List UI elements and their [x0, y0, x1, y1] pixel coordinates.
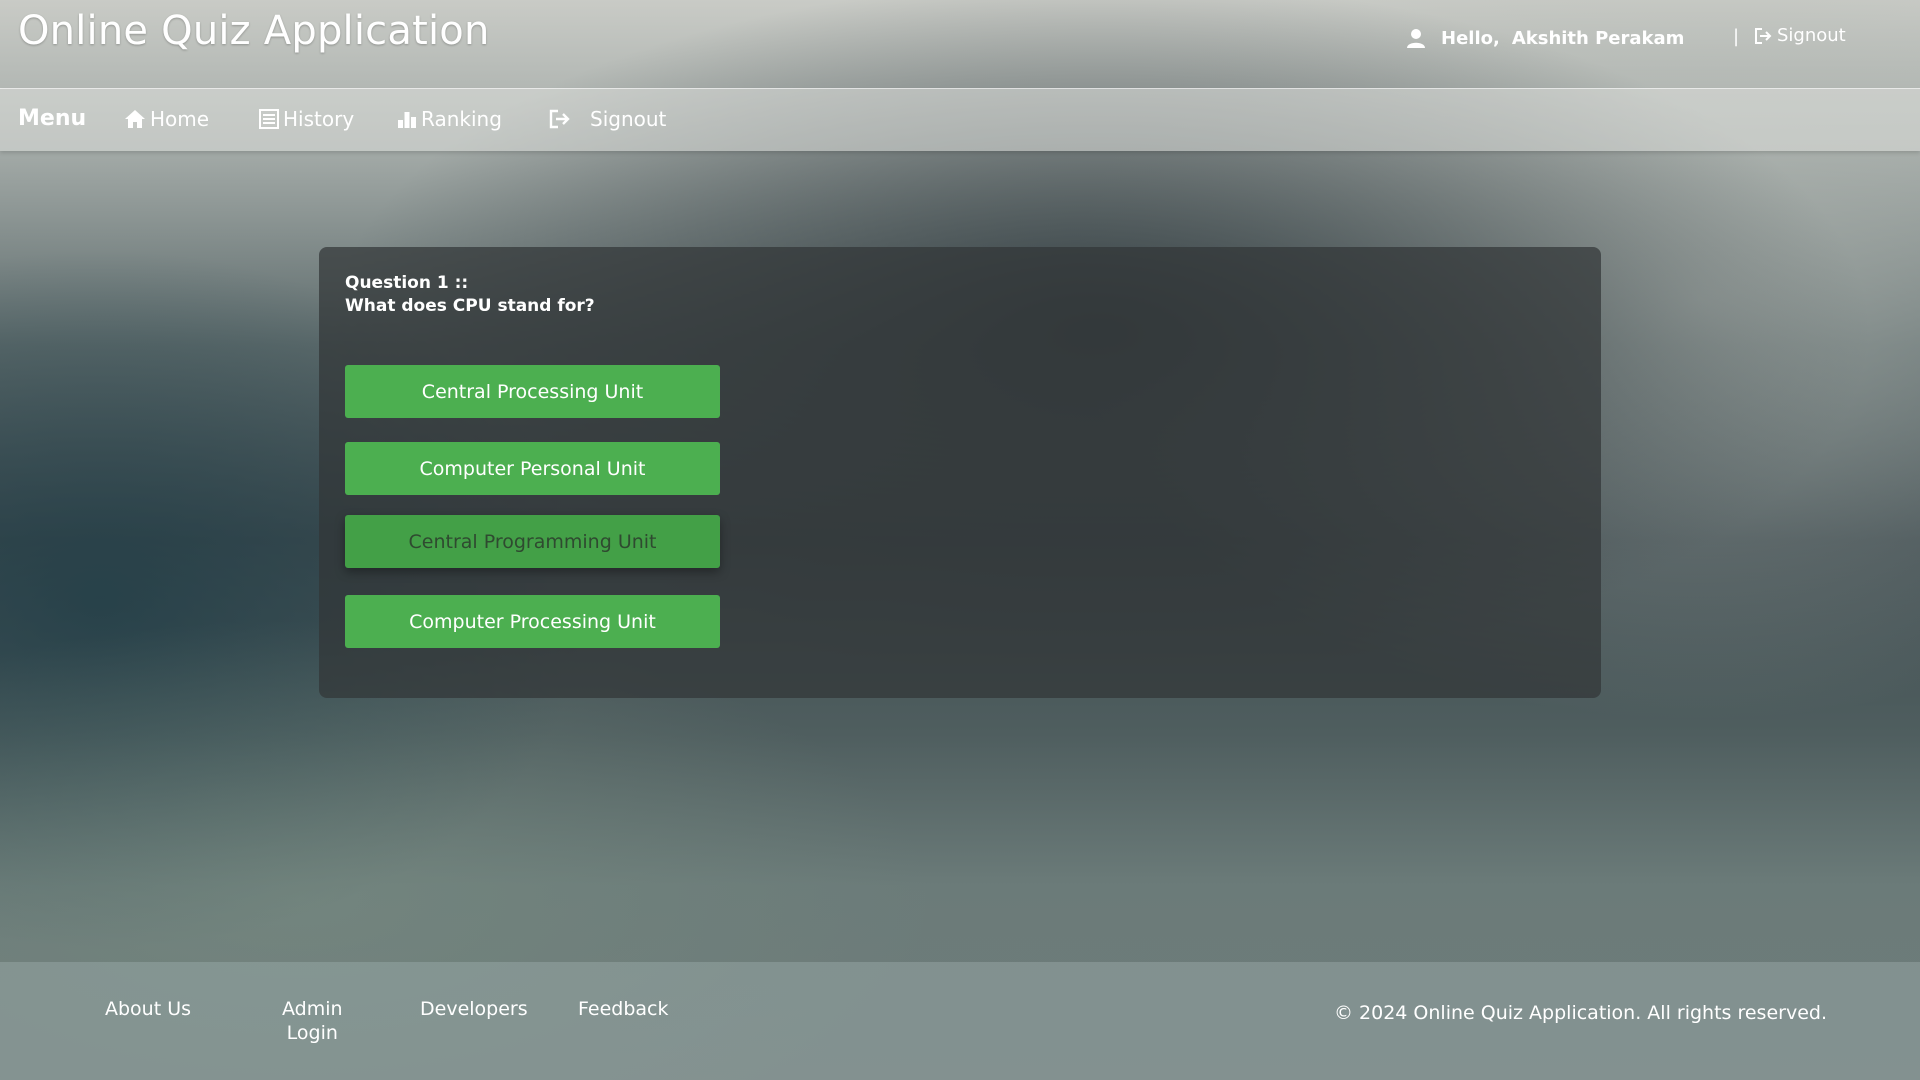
answer-option-3[interactable]: Central Programming Unit: [345, 515, 720, 568]
footer: About Us Admin Login Developers Feedback…: [0, 962, 1920, 1080]
answer-option-2[interactable]: Computer Personal Unit: [345, 442, 720, 495]
quiz-card: Question 1 :: What does CPU stand for? C…: [319, 247, 1601, 698]
answer-option-4[interactable]: Computer Processing Unit: [345, 595, 720, 648]
footer-admin-line1: Admin: [282, 998, 343, 1020]
nav-bar: Menu Home History Ranking Signout: [0, 89, 1920, 151]
header: Online Quiz Application Hello, Akshith P…: [0, 0, 1920, 89]
footer-about-link[interactable]: About Us: [105, 997, 191, 1021]
signout-icon: [549, 109, 570, 129]
footer-feedback-link[interactable]: Feedback: [578, 997, 668, 1021]
footer-admin-line2: Login: [286, 1022, 338, 1044]
nav-ranking-label: Ranking: [421, 107, 502, 131]
nav-home-label: Home: [150, 107, 210, 131]
nav-ranking[interactable]: Ranking: [397, 107, 502, 131]
answer-option-1[interactable]: Central Processing Unit: [345, 365, 720, 418]
question-text: What does CPU stand for?: [345, 296, 595, 316]
app-title: Online Quiz Application: [18, 8, 490, 54]
header-signout-link[interactable]: Signout: [1753, 25, 1846, 46]
hello-label: Hello,: [1441, 27, 1500, 49]
signout-icon: [1755, 27, 1772, 44]
user-icon: [1407, 29, 1425, 48]
nav-signout[interactable]: Signout: [548, 107, 666, 131]
copyright-text: © 2024 Online Quiz Application. All righ…: [1334, 1002, 1827, 1024]
header-separator: |: [1733, 26, 1740, 47]
history-icon: [259, 109, 279, 129]
footer-developers-link[interactable]: Developers: [420, 997, 528, 1021]
nav-history-label: History: [283, 107, 355, 131]
username: Akshith Perakam: [1511, 27, 1685, 49]
footer-admin-login-link[interactable]: Admin Login: [282, 997, 343, 1045]
header-signout-label: Signout: [1777, 25, 1846, 46]
nav-history[interactable]: History: [259, 107, 354, 131]
nav-signout-label: Signout: [590, 107, 667, 131]
user-greeting: Hello, Akshith Perakam: [1405, 25, 1684, 51]
ranking-icon: [398, 112, 416, 128]
nav-menu-label: Menu: [18, 106, 87, 131]
question-number: Question 1 ::: [345, 273, 469, 293]
nav-home[interactable]: Home: [124, 107, 209, 131]
home-icon: [125, 110, 145, 128]
